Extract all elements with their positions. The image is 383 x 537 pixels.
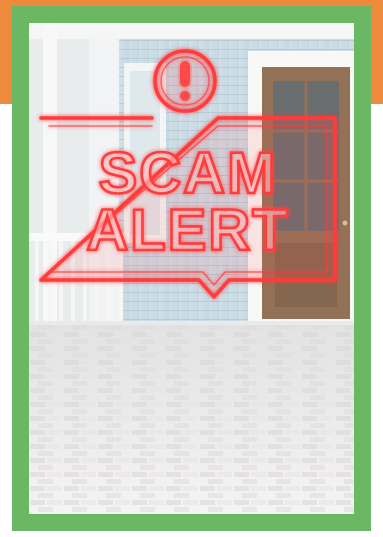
exclamation-icon	[180, 61, 190, 101]
sign-text-line-1: SCAM	[99, 141, 278, 206]
sign-text-line-2: ALERT	[86, 198, 289, 263]
porch-photo: SCAM ALERT	[29, 23, 354, 514]
green-photo-frame: SCAM ALERT	[12, 6, 371, 531]
